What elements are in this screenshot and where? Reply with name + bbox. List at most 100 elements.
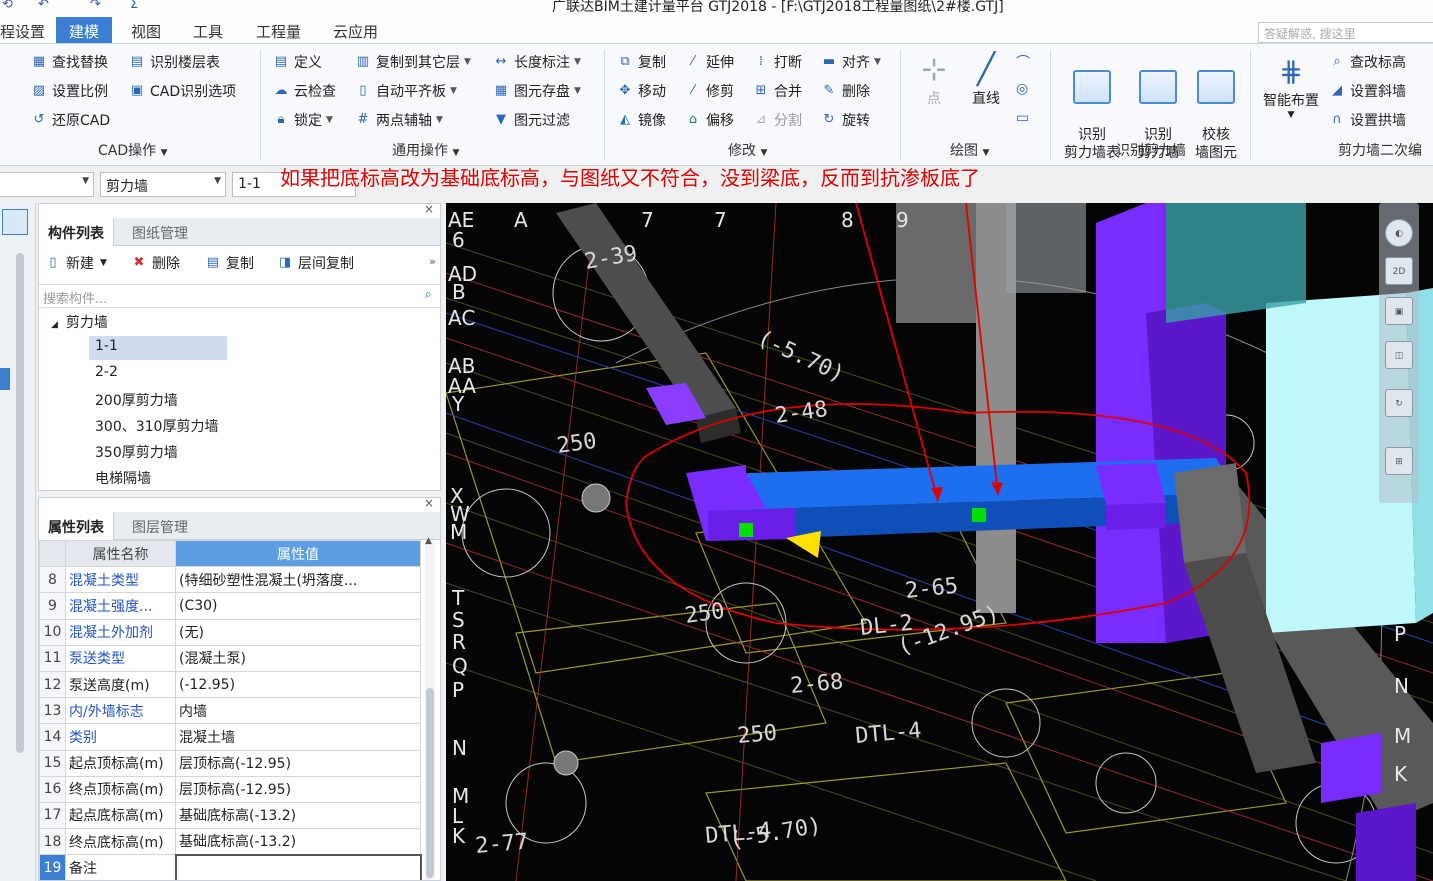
open-icon[interactable]: ⟲ [2,0,13,12]
rectangle-icon[interactable]: ▭ [1016,110,1029,126]
tab-layer-manager[interactable]: 图层管理 [123,512,197,540]
tree-item-300-310-wall[interactable]: 300、310厚剪力墙 [95,416,218,436]
align-button[interactable]: ▬ 对齐 ▼ [820,52,881,72]
change-elevation-button[interactable]: ⌕ 查改标高 [1328,52,1406,72]
tab-drawing-manager[interactable]: 图纸管理 [123,218,197,246]
tab-view[interactable]: 视图 [131,21,161,42]
category-select[interactable]: 剪力墙 ▼ [100,172,226,197]
property-row[interactable]: 15 起点顶标高(m) 层顶标高(-12.95) [39,749,421,777]
layer-copy-button[interactable]: ◨ 层间复制 [277,252,354,274]
copy-to-layer-button[interactable]: ▥ 复制到其它层 ▼ [354,52,471,72]
two-point-axis-button[interactable]: # 两点辅轴 ▼ [354,110,443,130]
property-row[interactable]: 19 备注 [39,853,422,880]
tree-item-200-wall[interactable]: 200厚剪力墙 [95,390,178,410]
tree-root-shear-wall[interactable]: ◢ 剪力墙 [51,312,108,332]
lock-button[interactable]: 🔒︎ 锁定 ▼ [272,110,333,130]
property-row[interactable]: 16 终点顶标高(m) 层顶标高(-12.95) [39,775,421,803]
restore-cad-button[interactable]: ↺ 还原CAD [30,110,111,130]
property-value[interactable]: 混凝土墙 [175,723,421,751]
property-row[interactable]: 18 终点底标高(m) 基础底标高(-13.2) [39,828,421,856]
grid-view-icon[interactable]: ⊞ [1385,447,1413,475]
property-value[interactable]: 基础底标高(-13.2) [175,801,421,830]
property-row[interactable]: 10 混凝土外加剂 (无) [39,618,421,646]
save-element-button[interactable]: ▦ 图元存盘 ▼ [492,81,581,101]
3d-box-icon[interactable]: ▣ [1385,297,1413,325]
tab-component-list[interactable]: 构件列表 [39,218,114,246]
auto-align-slab-button[interactable]: ▯ 自动平齐板 ▼ [354,81,457,101]
layer-select[interactable]: ▼ [0,172,94,197]
tree-item-2-2[interactable]: 2-2 [95,364,118,380]
property-value[interactable]: 层顶标高(-12.95) [175,775,421,803]
search-input[interactable]: 答疑解惑, 搜这里 [1258,22,1433,43]
component-search-input[interactable]: 搜索构件... ⌕ [39,284,440,308]
undo-icon[interactable]: ↶ [38,0,49,12]
delete-component-button[interactable]: ✖ 删除 [131,252,180,274]
new-component-button[interactable]: ▯ 新建 ▼ [45,252,107,274]
scroll-up-icon[interactable]: ▲ [425,536,432,546]
delete-button[interactable]: ✎ 删除 [820,81,870,101]
property-row[interactable]: 12 泵送高度(m) (-12.95) [39,670,421,699]
find-replace-button[interactable]: ▦ 查找替换 [30,52,108,72]
property-value[interactable]: (无) [175,618,421,646]
property-value[interactable]: 内墙 [175,697,421,725]
property-row[interactable]: 9 混凝土强度... (C30) [39,592,421,620]
copy-button[interactable]: ⧉ 复制 [616,52,666,72]
tab-cloud[interactable]: 云应用 [333,21,378,42]
property-scrollbar[interactable]: ▲ [425,536,435,880]
property-value[interactable]: 基础底标高(-13.2) [175,828,421,856]
tree-item-1-1[interactable]: 1-1 [89,336,227,360]
perspective-icon[interactable]: ◫ [1385,341,1413,369]
smart-layout-button[interactable]: ⋕ 智能布置 ▼ [1258,52,1324,120]
tree-item-350-wall[interactable]: 350厚剪力墙 [95,442,178,462]
property-value[interactable] [174,853,422,880]
property-row[interactable]: 17 起点底标高(m) 基础底标高(-13.2) [39,801,421,830]
property-row[interactable]: 8 混凝土类型 (特细砂塑性混凝土(坍落度... [39,566,421,594]
close-icon[interactable]: × [424,498,434,510]
tab-modeling[interactable]: 建模 [56,17,113,43]
group-draw-label[interactable]: 绘图 ▼ [950,140,989,160]
element-filter-button[interactable]: ▼ 图元过滤 [492,110,570,130]
cad-options-button[interactable]: ▣ CAD识别选项 [128,81,236,101]
offset-button[interactable]: ⌂ 偏移 [684,110,734,130]
group-cad-ops-label[interactable]: CAD操作 ▼ [98,140,168,160]
property-value[interactable]: (混凝土泵) [175,644,421,672]
property-value[interactable]: 层顶标高(-12.95) [175,749,421,777]
tab-property-list[interactable]: 属性列表 [39,512,114,540]
cad-3d-viewport[interactable]: AE 6 AD B AC AB AA Y X W M T S R Q P N M L K A7789 PNMK 2-3… [446,203,1433,881]
property-row[interactable]: 13 内/外墙标志 内墙 [39,697,421,725]
trim-button[interactable]: ⁄ 修剪 [684,81,734,101]
set-arch-wall-button[interactable]: ∩ 设置拱墙 [1328,110,1406,130]
break-button[interactable]: ⁞ 打断 [752,52,802,72]
merge-button[interactable]: ⊞ 合并 [752,81,802,101]
define-button[interactable]: ▤ 定义 [272,52,322,72]
arc-icon[interactable]: ⌒ [1016,52,1030,72]
set-scale-button[interactable]: ▨ 设置比例 [30,81,108,101]
sum-icon[interactable]: Σ [130,0,138,12]
close-icon[interactable]: × [424,202,434,216]
orbit-icon[interactable]: ↻ [1385,389,1413,417]
copy-component-button[interactable]: ▤ 复制 [205,252,254,274]
rotate-button[interactable]: ↻ 旋转 [820,110,870,130]
redo-icon[interactable]: ↷ [90,0,101,12]
cloud-check-button[interactable]: ☁ 云检查 [272,81,337,101]
group-general-label[interactable]: 通用操作 ▼ [392,140,459,160]
side-scrollbar[interactable] [16,253,24,753]
property-value[interactable]: (-12.95) [175,670,421,699]
2d-view-icon[interactable]: 2D [1385,257,1413,285]
mirror-button[interactable]: ◭ 镜像 [616,110,666,130]
group-modify-label[interactable]: 修改 ▼ [728,140,767,160]
circle-icon[interactable]: ◎ [1016,81,1028,97]
tab-tools[interactable]: 工具 [193,21,223,42]
more-icon[interactable]: » [429,255,436,268]
property-row[interactable]: 11 泵送类型 (混凝土泵) [39,644,421,672]
length-dimension-button[interactable]: ↔ 长度标注 ▼ [492,52,581,72]
check-wall-element-button[interactable]: 校核 墙图元 [1188,52,1244,162]
property-value[interactable]: (C30) [175,592,421,620]
move-button[interactable]: ✥ 移动 [616,81,666,101]
tab-settings[interactable]: 程设置 [0,21,45,42]
navigation-tree-icon[interactable] [2,209,28,235]
split-button[interactable]: ⊿ 分割 [752,110,802,130]
view-cube-icon[interactable]: ◐ [1385,219,1413,247]
draw-line-button[interactable]: ╱ 直线 [966,50,1006,108]
draw-point-button[interactable]: ⊹ 点 [916,50,952,108]
